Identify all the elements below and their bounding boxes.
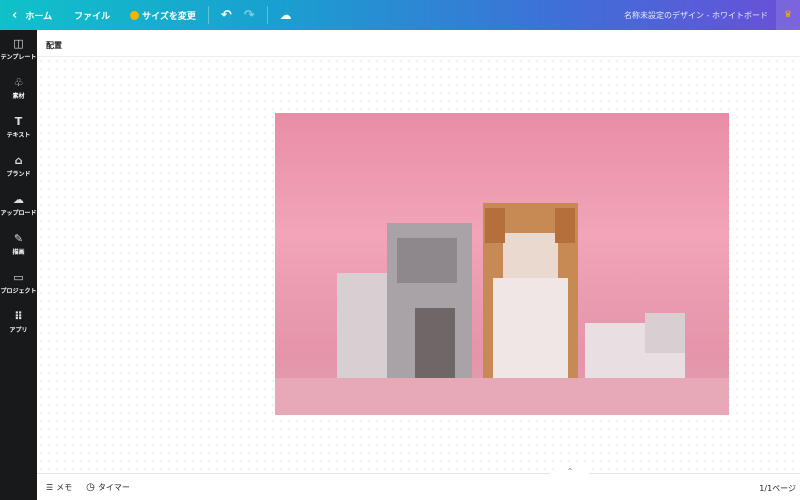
sidebar-item-upload[interactable]: ☁ アップロード xyxy=(0,186,37,225)
resize-button[interactable]: サイズを変更 xyxy=(130,9,196,22)
sidebar-item-elements[interactable]: ♧ 素材 xyxy=(0,69,37,108)
file-menu[interactable]: ファイル xyxy=(74,9,110,22)
sidebar-item-label: テキスト xyxy=(6,132,31,139)
photo-pixel-block xyxy=(485,208,505,243)
crown-icon xyxy=(130,10,140,20)
sidebar-item-label: 描画 xyxy=(12,249,25,256)
draw-icon: ✎ xyxy=(13,232,24,245)
sidebar-item-label: プロジェクト xyxy=(0,288,37,295)
sidebar: ◫ テンプレート ♧ 素材 T テキスト ⌂ ブランド ☁ アップロード ✎ 描画 ▭ プロジェクト ⠿ アプ… xyxy=(0,30,37,500)
timer-icon: ◷ xyxy=(86,481,95,493)
projects-icon: ▭ xyxy=(13,271,24,284)
home-button[interactable]: ‹ ホーム xyxy=(12,8,52,23)
photo-pixel-block xyxy=(555,208,575,243)
bottom-bar: ^ ☰ メモ ◷ タイマー 1/1ページ xyxy=(37,468,800,500)
sidebar-item-draw[interactable]: ✎ 描画 xyxy=(0,225,37,264)
brand-icon: ⌂ xyxy=(14,154,23,167)
arrange-button[interactable]: 配置 xyxy=(46,41,62,50)
photo-pixel-block xyxy=(645,313,685,353)
sidebar-item-text[interactable]: T テキスト xyxy=(0,108,37,147)
top-bar: ‹ ホーム ファイル サイズを変更 ↶ ↷ ☁ 名称未設定のデザイン - ホワイト… xyxy=(0,0,800,30)
memo-button[interactable]: ☰ メモ xyxy=(46,482,72,493)
photo-pixel-block xyxy=(275,378,729,415)
expand-pages-button[interactable]: ^ xyxy=(550,468,590,476)
photo-pixel-block xyxy=(493,278,568,388)
design-title[interactable]: 名称未設定のデザイン - ホワイトボード xyxy=(624,10,768,21)
sidebar-item-label: テンプレート xyxy=(0,54,37,61)
redo-button[interactable]: ↷ xyxy=(244,8,255,23)
apps-icon: ⠿ xyxy=(14,310,23,323)
sidebar-item-label: アップロード xyxy=(0,210,37,217)
page-indicator[interactable]: 1/1ページ xyxy=(759,483,796,494)
notes-icon: ☰ xyxy=(46,482,54,492)
photo-pixel-block xyxy=(397,238,457,283)
divider xyxy=(266,6,268,24)
divider xyxy=(207,6,209,24)
photo-pixel-block xyxy=(415,308,455,388)
dogs-photo[interactable] xyxy=(275,113,729,415)
template-icon: ◫ xyxy=(13,37,24,50)
elements-icon: ♧ xyxy=(13,76,24,89)
crown-icon[interactable]: ♛ xyxy=(776,0,800,30)
timer-button[interactable]: ◷ タイマー xyxy=(86,482,130,493)
cloud-save-icon[interactable]: ☁ xyxy=(280,8,292,22)
sidebar-item-apps[interactable]: ⠿ アプリ xyxy=(0,303,37,342)
arrange-bar: 配置 xyxy=(37,30,800,57)
sidebar-item-projects[interactable]: ▭ プロジェクト xyxy=(0,264,37,303)
chevron-left-icon: ‹ xyxy=(12,7,18,23)
upload-icon: ☁ xyxy=(13,193,24,206)
sidebar-item-template[interactable]: ◫ テンプレート xyxy=(0,30,37,69)
text-icon: T xyxy=(14,115,23,128)
sidebar-item-brand[interactable]: ⌂ ブランド xyxy=(0,147,37,186)
sidebar-item-label: ブランド xyxy=(6,171,31,178)
undo-button[interactable]: ↶ xyxy=(221,8,232,23)
sidebar-item-label: 素材 xyxy=(12,93,25,100)
sidebar-item-label: アプリ xyxy=(9,327,28,334)
